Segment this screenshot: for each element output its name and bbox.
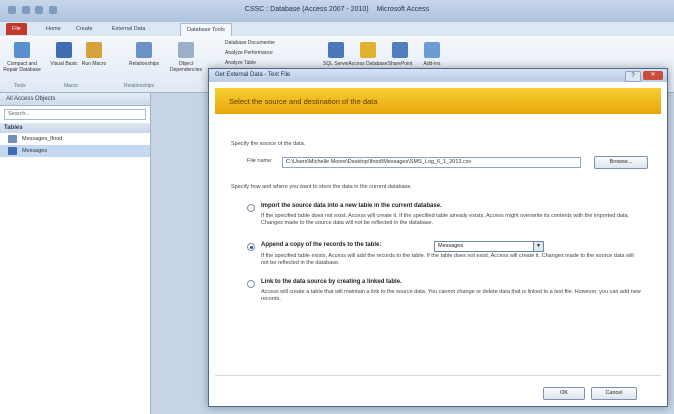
- import-option-title: Import the source data into a new table …: [261, 203, 442, 209]
- object-dependencies-button[interactable]: Object Dependencies: [166, 42, 206, 73]
- dialog-title: Get External Data - Text File: [215, 72, 291, 78]
- nav-item-table[interactable]: Messages_Ifood: [0, 133, 150, 145]
- tab-database-tools[interactable]: Database Tools: [180, 23, 232, 36]
- nav-item-table-selected[interactable]: Messages: [0, 145, 150, 157]
- sharepoint-icon: [392, 42, 408, 58]
- nav-item-label: Messages: [22, 148, 48, 154]
- group-tools: Tools: [14, 83, 26, 89]
- analyze-performance-label: Analyze Performance: [225, 50, 273, 56]
- filename-input[interactable]: C:\Users\Michelle Moore\Desktop\Ifood\Me…: [282, 157, 581, 168]
- window-title-text: CSSC : Database (Access 2007 - 2010): [244, 6, 369, 13]
- sharepoint-label: SharePoint: [387, 61, 413, 67]
- tab-create[interactable]: Create: [76, 23, 93, 35]
- append-option-desc: If the specified table exists, Access wi…: [261, 253, 634, 266]
- dialog-title-bar: Get External Data - Text File ? ✕: [209, 69, 667, 82]
- help-icon[interactable]: ?: [625, 71, 641, 82]
- dialog-banner: Select the source and destination of the…: [215, 88, 661, 114]
- compact-repair-button[interactable]: Compact and Repair Database: [2, 42, 42, 73]
- title-bar: CSSC : Database (Access 2007 - 2010) Mic…: [0, 0, 674, 23]
- compact-repair-icon: [14, 42, 30, 58]
- append-option-title: Append a copy of the records to the tabl…: [261, 242, 382, 248]
- analyze-table-label: Analyze Table: [225, 60, 257, 66]
- filename-label: File name:: [247, 158, 273, 164]
- ok-button[interactable]: OK: [543, 387, 585, 400]
- analyze-performance-button[interactable]: Analyze Performance: [225, 50, 315, 56]
- visual-basic-icon: [56, 42, 72, 58]
- link-radio[interactable]: [247, 280, 255, 288]
- ribbon-tabs: File Home Create External Data Database …: [0, 22, 674, 36]
- tab-file[interactable]: File: [6, 23, 27, 35]
- nav-item-label: Messages_Ifood: [22, 136, 63, 142]
- window-title-app: Microsoft Access: [376, 6, 430, 13]
- analyze-table-button[interactable]: Analyze Table: [225, 60, 315, 66]
- table-icon: [8, 135, 17, 143]
- add-ins-icon: [424, 42, 440, 58]
- chevron-down-icon[interactable]: ▼: [533, 242, 543, 251]
- compact-repair-label: Compact and Repair Database: [3, 61, 41, 73]
- append-table-value: Messages: [438, 243, 464, 249]
- relationships-button[interactable]: Relationships: [124, 42, 164, 67]
- group-macro: Macro: [64, 83, 78, 89]
- window-title: CSSC : Database (Access 2007 - 2010) Mic…: [0, 6, 674, 13]
- add-ins-label: Add-ins: [423, 61, 441, 67]
- close-icon[interactable]: ✕: [643, 71, 663, 80]
- sql-server-label: SQL Server: [323, 61, 349, 67]
- import-option-desc: If the specified table does not exist, A…: [261, 213, 630, 226]
- append-radio[interactable]: [247, 243, 255, 251]
- source-label: Specify the source of the data.: [231, 141, 306, 147]
- object-dependencies-icon: [178, 42, 194, 58]
- linked-table-icon: [8, 147, 17, 155]
- browse-button[interactable]: Browse...: [594, 156, 648, 169]
- how-label: Specify how and where you want to store …: [231, 184, 413, 190]
- database-documenter-button[interactable]: Database Documenter: [225, 40, 315, 46]
- cancel-button[interactable]: Cancel: [591, 387, 637, 400]
- database-documenter-label: Database Documenter: [225, 40, 276, 46]
- relationships-label: Relationships: [128, 61, 160, 67]
- run-macro-icon: [86, 42, 102, 58]
- add-ins-button[interactable]: Add-ins: [412, 42, 452, 67]
- run-macro-button[interactable]: Run Macro: [74, 42, 114, 67]
- link-option-desc: Access will create a table that will mai…: [261, 289, 641, 302]
- append-table-select[interactable]: Messages ▼: [434, 241, 544, 252]
- nav-search-input[interactable]: Search...: [4, 109, 146, 120]
- object-dependencies-label: Object Dependencies: [170, 61, 202, 73]
- tab-external-data[interactable]: External Data: [112, 23, 145, 35]
- relationships-icon: [136, 42, 152, 58]
- group-relationships: Relationships: [124, 83, 155, 89]
- divider: [215, 375, 661, 376]
- nav-section-tables[interactable]: Tables: [0, 123, 150, 133]
- get-external-data-dialog: Get External Data - Text File ? ✕ Select…: [208, 68, 668, 407]
- link-option-title: Link to the data source by creating a li…: [261, 279, 402, 285]
- navigation-pane: All Access Objects Search... Tables Mess…: [0, 93, 151, 414]
- import-radio[interactable]: [247, 204, 255, 212]
- run-macro-label: Run Macro: [81, 61, 107, 67]
- nav-header[interactable]: All Access Objects: [0, 93, 150, 106]
- access-database-icon: [360, 42, 376, 58]
- sql-server-icon: [328, 42, 344, 58]
- tab-home[interactable]: Home: [46, 23, 61, 35]
- banner-text: Select the source and destination of the…: [229, 97, 378, 106]
